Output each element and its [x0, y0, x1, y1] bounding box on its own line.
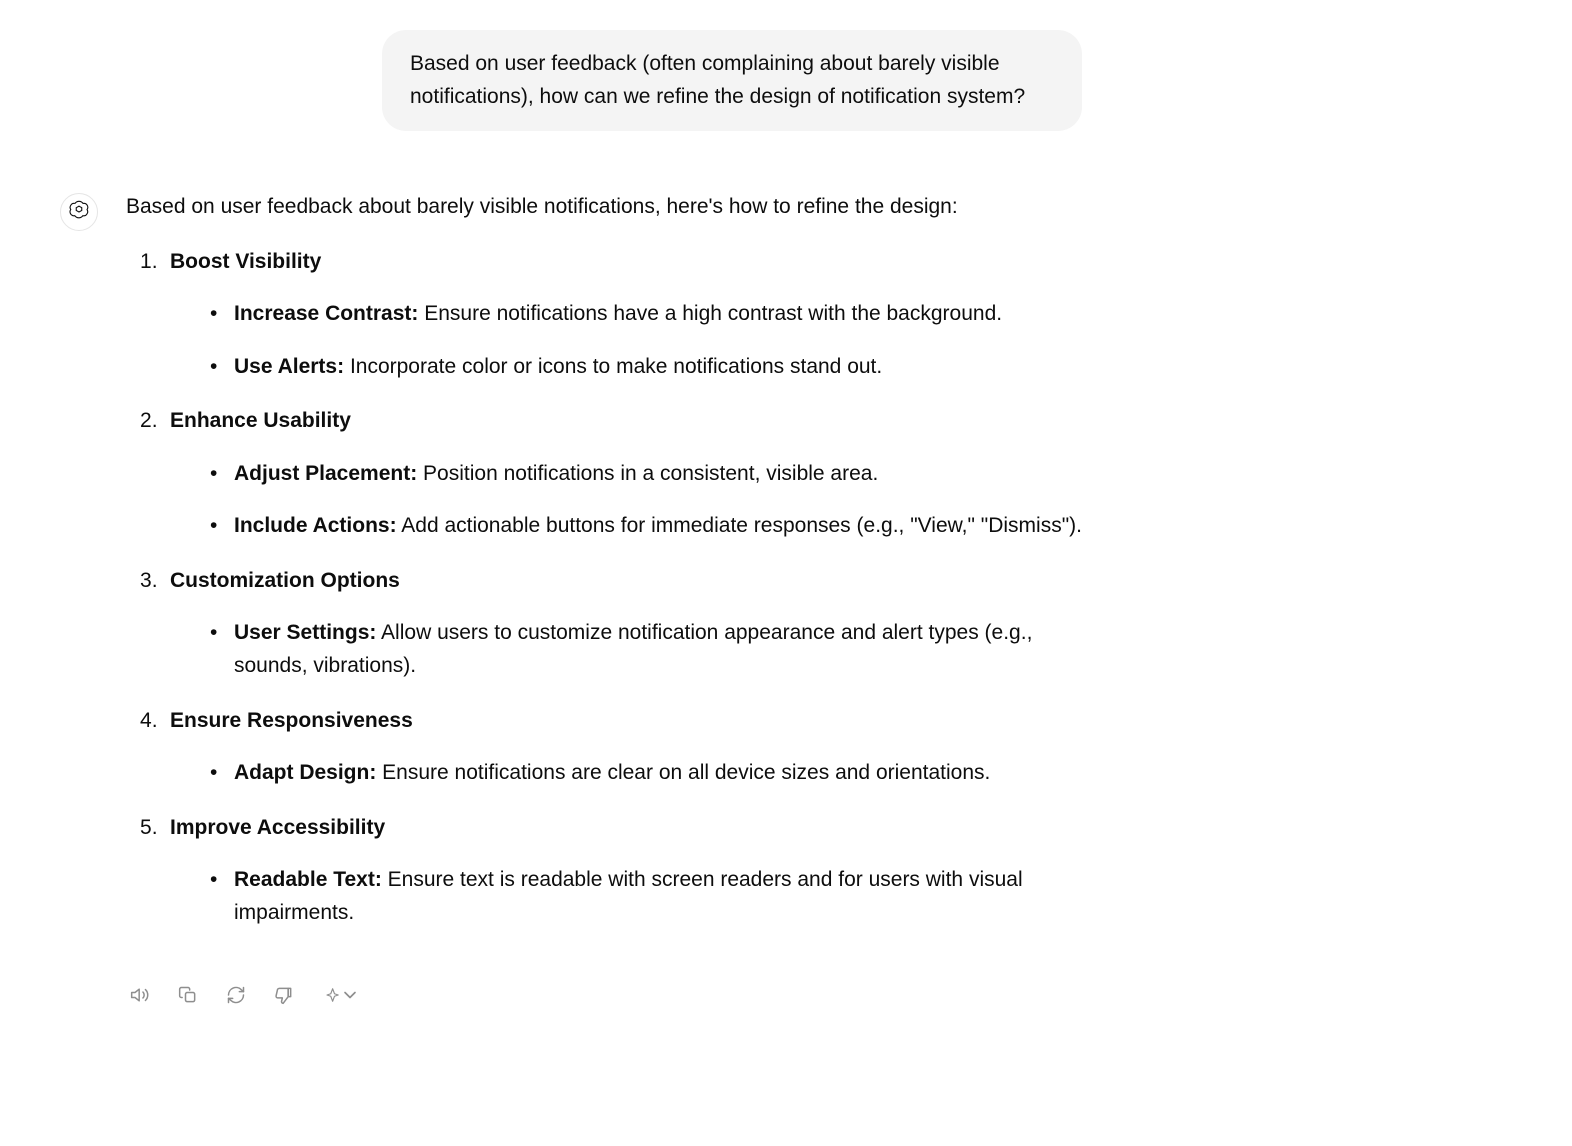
- sparkle-icon: [322, 985, 342, 1008]
- read-aloud-button[interactable]: [126, 981, 154, 1012]
- bad-response-button[interactable]: [270, 981, 298, 1012]
- section-item: Customization Options User Settings: Allo…: [140, 565, 1086, 683]
- copy-icon: [178, 985, 198, 1008]
- bullet-label: Readable Text:: [234, 868, 382, 891]
- bullet-label: Use Alerts:: [234, 355, 344, 378]
- user-message-text: Based on user feedback (often complainin…: [410, 52, 1025, 108]
- bullet-label: User Settings:: [234, 621, 376, 644]
- model-switch-button[interactable]: [318, 981, 364, 1012]
- thumbs-down-icon: [274, 985, 294, 1008]
- bullet-list: Increase Contrast: Ensure notifications …: [170, 298, 1086, 383]
- section-item: Ensure Responsiveness Adapt Design: Ensur…: [140, 705, 1086, 790]
- bullet-label: Increase Contrast:: [234, 302, 418, 325]
- bullet-list: Adjust Placement: Position notifications…: [170, 458, 1086, 543]
- bullet-label: Include Actions:: [234, 514, 397, 537]
- assistant-row: Based on user feedback about barely visi…: [60, 191, 1512, 951]
- section-title: Ensure Responsiveness: [170, 709, 413, 732]
- bullet-item: Adapt Design: Ensure notifications are c…: [210, 757, 1086, 790]
- bullet-text: Ensure notifications are clear on all de…: [376, 761, 990, 784]
- message-actions: [60, 981, 1512, 1012]
- bullet-label: Adapt Design:: [234, 761, 376, 784]
- bullet-item: User Settings: Allow users to customize …: [210, 617, 1086, 682]
- assistant-intro: Based on user feedback about barely visi…: [126, 191, 1086, 224]
- bullet-list: User Settings: Allow users to customize …: [170, 617, 1086, 682]
- assistant-avatar: [60, 193, 98, 231]
- section-item: Improve Accessibility Readable Text: Ensu…: [140, 812, 1086, 930]
- regenerate-button[interactable]: [222, 981, 250, 1012]
- chevron-down-icon: [342, 985, 360, 1008]
- section-title: Improve Accessibility: [170, 816, 385, 839]
- bullet-list: Adapt Design: Ensure notifications are c…: [170, 757, 1086, 790]
- bullet-item: Increase Contrast: Ensure notifications …: [210, 298, 1086, 331]
- sections-list: Boost Visibility Increase Contrast: Ensur…: [126, 246, 1086, 930]
- bullet-text: Add actionable buttons for immediate res…: [397, 514, 1082, 537]
- bullet-item: Include Actions: Add actionable buttons …: [210, 510, 1086, 543]
- section-title: Customization Options: [170, 569, 400, 592]
- user-message-bubble: Based on user feedback (often complainin…: [382, 30, 1082, 131]
- copy-button[interactable]: [174, 981, 202, 1012]
- section-title: Enhance Usability: [170, 409, 351, 432]
- openai-logo-icon: [68, 199, 90, 226]
- bullet-list: Readable Text: Ensure text is readable w…: [170, 864, 1086, 929]
- speaker-icon: [130, 985, 150, 1008]
- bullet-item: Readable Text: Ensure text is readable w…: [210, 864, 1086, 929]
- bullet-item: Use Alerts: Incorporate color or icons t…: [210, 351, 1086, 384]
- refresh-icon: [226, 985, 246, 1008]
- section-item: Enhance Usability Adjust Placement: Posit…: [140, 405, 1086, 543]
- bullet-item: Adjust Placement: Position notifications…: [210, 458, 1086, 491]
- bullet-text: Position notifications in a consistent, …: [417, 462, 878, 485]
- bullet-label: Adjust Placement:: [234, 462, 417, 485]
- user-message-row: Based on user feedback (often complainin…: [60, 30, 1512, 131]
- assistant-content: Based on user feedback about barely visi…: [126, 191, 1086, 951]
- bullet-text: Incorporate color or icons to make notif…: [344, 355, 882, 378]
- bullet-text: Ensure notifications have a high contras…: [418, 302, 1002, 325]
- section-item: Boost Visibility Increase Contrast: Ensur…: [140, 246, 1086, 384]
- section-title: Boost Visibility: [170, 250, 321, 273]
